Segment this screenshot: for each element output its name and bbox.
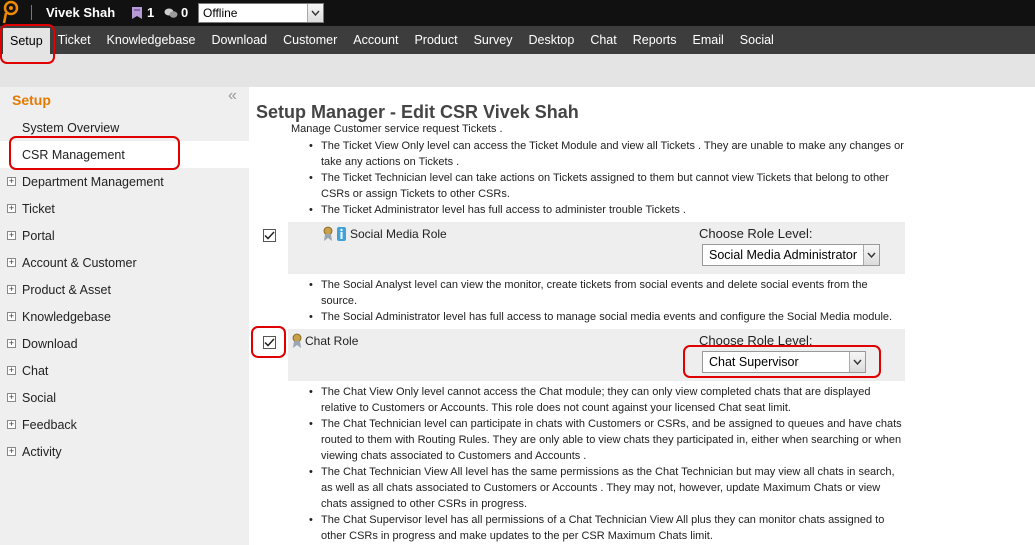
- nav-item-product[interactable]: Product: [406, 26, 465, 54]
- list-item: The Social Analyst level can view the mo…: [306, 277, 906, 309]
- social-role-level-value: Social Media Administrator: [709, 248, 857, 262]
- list-item: The Chat View Only level cannot access t…: [306, 384, 906, 416]
- info-badge-icon: [337, 227, 346, 241]
- status-value: Offline: [203, 6, 238, 20]
- nav-item-email[interactable]: Email: [685, 26, 732, 54]
- page-title: Setup Manager - Edit CSR Vivek Shah: [256, 102, 579, 122]
- expand-icon[interactable]: +: [7, 420, 16, 429]
- sidebar-item-download[interactable]: + Download: [0, 330, 249, 357]
- ribbon-badge-icon: [323, 226, 333, 241]
- sidebar-item-department-management[interactable]: + Department Management: [0, 168, 249, 195]
- list-item: The Ticket View Only level can access th…: [306, 138, 906, 170]
- sidebar-item-social[interactable]: + Social: [0, 384, 249, 411]
- nav-item-reports[interactable]: Reports: [625, 26, 685, 54]
- nav-item-chat[interactable]: Chat: [582, 26, 624, 54]
- sidebar-item-account-customer[interactable]: + Account & Customer: [0, 249, 249, 276]
- social-choose-role-label: Choose Role Level:: [699, 226, 813, 241]
- chevron-down-icon[interactable]: [863, 245, 879, 265]
- nav-item-desktop[interactable]: Desktop: [520, 26, 582, 54]
- list-item: The Chat Technician View All level has t…: [306, 464, 906, 512]
- sidebar-item-label: Department Management: [22, 174, 164, 189]
- nav-item-download[interactable]: Download: [204, 26, 276, 54]
- chat-role-label-group: Chat Role: [292, 333, 358, 349]
- nav-item-knowledgebase[interactable]: Knowledgebase: [99, 26, 204, 54]
- sidebar-item-label: Knowledgebase: [22, 309, 111, 324]
- sidebar-item-label: Feedback: [22, 417, 77, 432]
- sidebar-item-label: Account & Customer: [22, 255, 137, 270]
- list-item: The Chat Technician level can participat…: [306, 416, 906, 464]
- social-media-role-label-group: Social Media Role: [323, 226, 447, 242]
- main-content: Setup Manager - Edit CSR Vivek Shah Mana…: [256, 87, 1035, 545]
- chat-role-descriptions: The Chat View Only level cannot access t…: [306, 384, 906, 544]
- social-role-level-select[interactable]: Social Media Administrator: [702, 244, 880, 266]
- app-logo-icon: [2, 0, 19, 24]
- expand-icon[interactable]: +: [7, 285, 16, 294]
- chevron-down-icon[interactable]: [307, 4, 323, 22]
- nav-item-social[interactable]: Social: [732, 26, 782, 54]
- highlight-setup-tab: [0, 24, 55, 64]
- sidebar-title: Setup: [12, 92, 51, 108]
- highlight-csr-management: [9, 136, 180, 170]
- list-item: The Ticket Administrator level has full …: [306, 202, 906, 218]
- ticket-intro-text: Manage Customer service request Tickets …: [291, 123, 503, 135]
- social-media-role-name: Social Media Role: [350, 227, 447, 241]
- logo-separator: [31, 5, 32, 20]
- sidebar-item-product-asset[interactable]: + Product & Asset: [0, 276, 249, 303]
- ticket-count[interactable]: 1: [130, 5, 154, 20]
- ticket-role-descriptions: The Ticket View Only level can access th…: [306, 138, 906, 218]
- sidebar-item-knowledgebase[interactable]: + Knowledgebase: [0, 303, 249, 330]
- sidebar-item-activity[interactable]: + Activity: [0, 438, 249, 465]
- highlight-chat-supervisor: [683, 345, 881, 378]
- top-bar: Vivek Shah 1 0 Offline: [0, 0, 1035, 26]
- sidebar-item-label: System Overview: [22, 120, 120, 135]
- expand-icon[interactable]: +: [7, 177, 16, 186]
- username[interactable]: Vivek Shah: [46, 5, 115, 20]
- nav-item-customer[interactable]: Customer: [275, 26, 345, 54]
- ribbon-badge-icon: [292, 333, 302, 348]
- social-media-role-checkbox[interactable]: [263, 229, 276, 242]
- status-select[interactable]: Offline: [198, 3, 324, 23]
- chat-bubbles-icon: [164, 8, 178, 18]
- collapse-sidebar-icon[interactable]: «: [228, 87, 237, 105]
- main-nav: Setup Ticket Knowledgebase Download Cust…: [0, 26, 1035, 54]
- chat-count-value: 0: [181, 5, 189, 20]
- nav-item-survey[interactable]: Survey: [466, 26, 521, 54]
- ticket-count-value: 1: [147, 5, 155, 20]
- ticket-icon: [132, 6, 142, 19]
- expand-icon[interactable]: +: [7, 393, 16, 402]
- sidebar-item-label: Download: [22, 336, 78, 351]
- expand-icon[interactable]: +: [7, 339, 16, 348]
- social-role-descriptions: The Social Analyst level can view the mo…: [306, 277, 906, 325]
- list-item: The Social Administrator level has full …: [306, 309, 906, 325]
- sub-toolbar: [0, 54, 1035, 87]
- expand-icon[interactable]: +: [7, 204, 16, 213]
- chat-count[interactable]: 0: [164, 5, 188, 20]
- highlight-chat-checkbox: [251, 326, 286, 358]
- expand-icon[interactable]: +: [7, 258, 16, 267]
- nav-item-account[interactable]: Account: [345, 26, 406, 54]
- social-media-role-row: Social Media Role Choose Role Level: Soc…: [263, 222, 905, 274]
- sidebar-item-chat[interactable]: + Chat: [0, 357, 249, 384]
- sidebar-item-portal[interactable]: + Portal: [0, 222, 249, 249]
- sidebar-item-label: Ticket: [22, 201, 55, 216]
- list-item: The Chat Supervisor level has all permis…: [306, 512, 906, 544]
- nav-item-ticket[interactable]: Ticket: [50, 26, 99, 54]
- expand-icon[interactable]: +: [7, 312, 16, 321]
- sidebar-item-label: Social: [22, 390, 57, 405]
- list-item: The Ticket Technician level can take act…: [306, 170, 906, 202]
- sidebar-item-ticket[interactable]: + Ticket: [0, 195, 249, 222]
- sidebar-item-label: Chat: [22, 363, 49, 378]
- sidebar-item-label: Portal: [22, 228, 55, 243]
- expand-icon[interactable]: +: [7, 231, 16, 240]
- chat-role-name: Chat Role: [305, 334, 359, 348]
- expand-icon[interactable]: +: [7, 447, 16, 456]
- expand-icon[interactable]: +: [7, 366, 16, 375]
- sidebar-item-label: Activity: [22, 444, 62, 459]
- sidebar-item-label: Product & Asset: [22, 282, 111, 297]
- sidebar-item-feedback[interactable]: + Feedback: [0, 411, 249, 438]
